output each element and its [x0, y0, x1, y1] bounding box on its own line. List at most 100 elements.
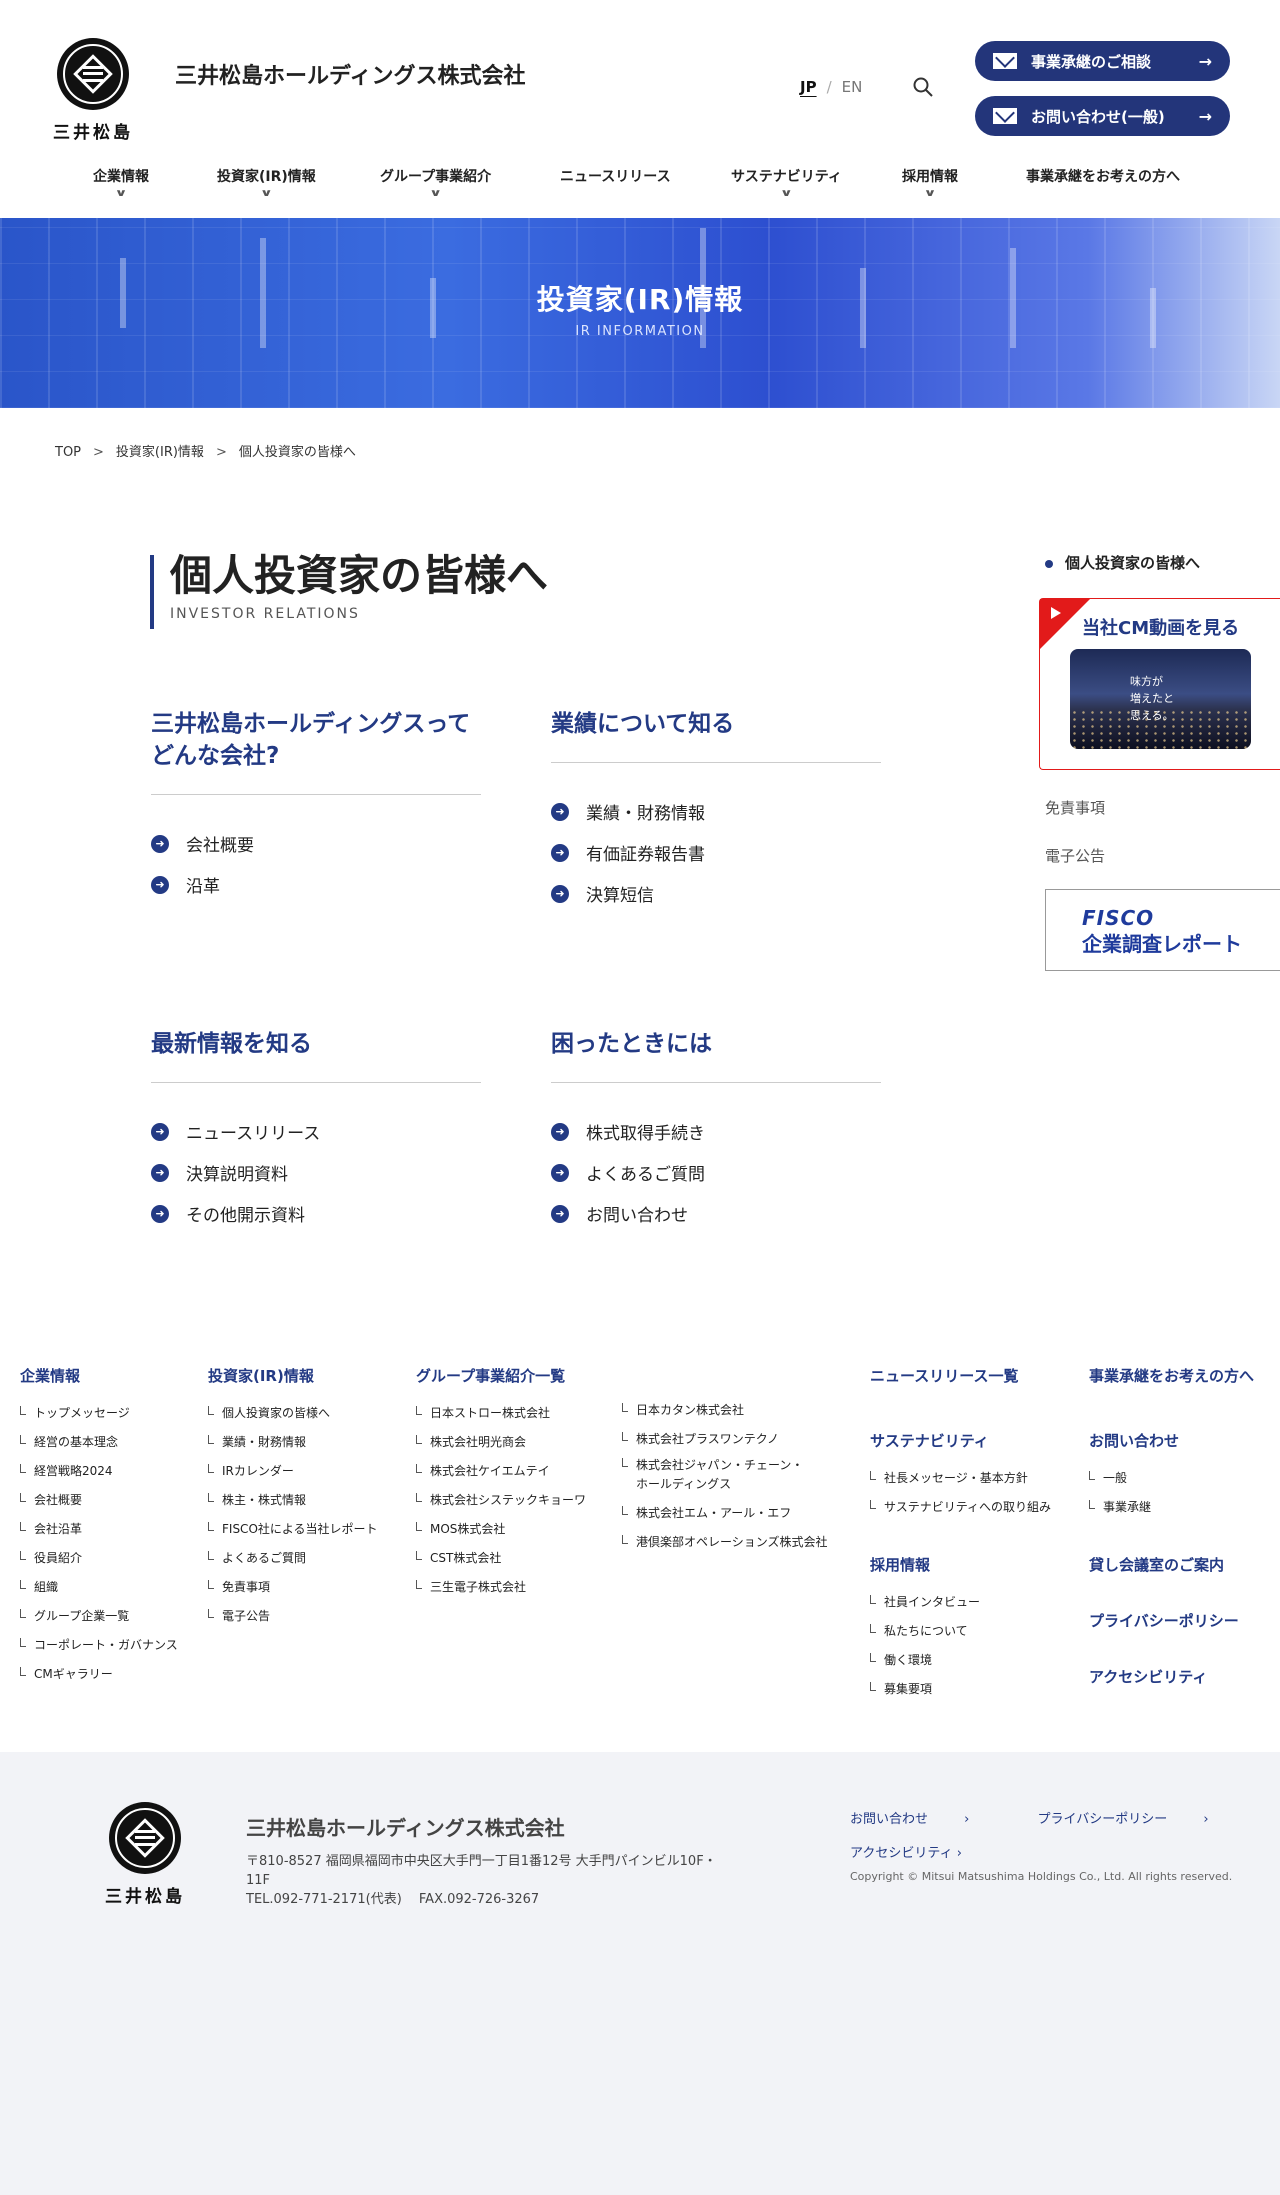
footer-nav-link[interactable]: 三生電子株式会社	[416, 1578, 586, 1607]
page-heading: 個人投資家の皆様へ INVESTOR RELATIONS	[150, 551, 549, 629]
footer-nav-link[interactable]: 会社沿革	[20, 1520, 178, 1549]
section-link-list: ➜ ニュースリリース ➜ 決算説明資料 ➜ その他開示資料	[151, 1111, 481, 1234]
nav-item-ir[interactable]: 投資家(IR)情報 ∨	[217, 166, 316, 199]
lang-jp-link[interactable]: JP	[800, 78, 817, 96]
section-link-faq[interactable]: ➜ よくあるご質問	[551, 1152, 881, 1193]
section-link-list: ➜ 会社概要 ➜ 沿革	[151, 823, 481, 905]
footer-nav-link[interactable]: 株式会社システックキョーワ	[416, 1491, 586, 1520]
section-link-securities-report[interactable]: ➜ 有価証券報告書	[551, 832, 881, 873]
section-link-news-release[interactable]: ➜ ニュースリリース	[151, 1111, 481, 1152]
footer-nav-heading[interactable]: お問い合わせ	[1089, 1430, 1179, 1451]
footer-nav-heading[interactable]: グループ事業紹介一覧	[416, 1365, 586, 1386]
footer-nav-link[interactable]: CMギャラリー	[20, 1665, 178, 1694]
footer-nav-link[interactable]: 株主・株式情報	[208, 1491, 378, 1520]
footer-nav-link[interactable]: 株式会社プラスワンテクノ	[622, 1430, 828, 1459]
breadcrumb-top-link[interactable]: TOP	[55, 445, 81, 460]
chevron-right-icon: ›	[1203, 1812, 1209, 1827]
footer-nav-link[interactable]: FISCO社による当社レポート	[208, 1520, 378, 1549]
nav-item-company[interactable]: 企業情報 ∨	[93, 166, 149, 199]
footer-nav-link[interactable]: 働く環境	[870, 1651, 980, 1680]
footer-nav-link[interactable]: 私たちについて	[870, 1622, 980, 1651]
footer-nav-link[interactable]: 経営戦略2024	[20, 1462, 178, 1491]
footer-nav-link[interactable]: 社員インタビュー	[870, 1593, 980, 1622]
section-link-history[interactable]: ➜ 沿革	[151, 864, 481, 905]
section-link-company-profile[interactable]: ➜ 会社概要	[151, 823, 481, 864]
side-link-e-notice[interactable]: 電子公告	[1045, 845, 1105, 866]
section-title: 最新情報を知る	[151, 1028, 481, 1083]
lang-en-link[interactable]: EN	[842, 78, 863, 96]
side-link-disclaimer[interactable]: 免責事項	[1045, 797, 1105, 818]
footer-nav-link[interactable]: 株式会社ケイエムテイ	[416, 1462, 586, 1491]
section-link-share-procedure[interactable]: ➜ 株式取得手続き	[551, 1111, 881, 1152]
footer-nav-link[interactable]: 経営の基本理念	[20, 1433, 178, 1462]
footer-link-contact[interactable]: お問い合わせ ›	[850, 1812, 1001, 1827]
fisco-report-banner[interactable]: FISCO 企業調査レポート	[1045, 889, 1280, 971]
section-link-results-briefing[interactable]: ➜ 決算説明資料	[151, 1152, 481, 1193]
section-link-contact[interactable]: ➜ お問い合わせ	[551, 1193, 881, 1234]
section-performance: 業績について知る ➜ 業績・財務情報 ➜ 有価証券報告書 ➜ 決算短信	[551, 708, 881, 914]
footer-nav-link[interactable]: 募集要項	[870, 1680, 980, 1709]
footer-nav-link[interactable]: MOS株式会社	[416, 1520, 586, 1549]
footer-logo[interactable]: 三井松島	[100, 1802, 190, 1907]
nav-item-recruit[interactable]: 採用情報 ∨	[902, 166, 958, 199]
footer-nav-link[interactable]: よくあるご質問	[208, 1549, 378, 1578]
nav-item-news[interactable]: ニュースリリース	[560, 166, 671, 186]
footer-nav-heading[interactable]: 投資家(IR)情報	[208, 1365, 378, 1386]
footer-nav-link[interactable]: CST株式会社	[416, 1549, 586, 1578]
footer-nav-link[interactable]: 業績・財務情報	[208, 1433, 378, 1462]
section-link-earnings-summary[interactable]: ➜ 決算短信	[551, 873, 881, 914]
footer-nav-link[interactable]: 電子公告	[208, 1607, 378, 1636]
nav-item-group[interactable]: グループ事業紹介 ∨	[380, 166, 491, 199]
footer-nav-link[interactable]: IRカレンダー	[208, 1462, 378, 1491]
site-logo[interactable]: 三井松島	[48, 38, 138, 143]
footer-link-accessibility[interactable]: アクセシビリティ ›	[850, 1842, 962, 1861]
footer-nav-heading[interactable]: 企業情報	[20, 1365, 178, 1386]
section-link-financial-info[interactable]: ➜ 業績・財務情報	[551, 791, 881, 832]
footer-nav-link[interactable]: 社長メッセージ・基本方針	[870, 1469, 1051, 1498]
footer-tel-fax: TEL.092-771-2171(代表) FAX.092-726-3267	[246, 1892, 540, 1907]
footer-nav-news[interactable]: ニュースリリース一覧	[870, 1365, 1019, 1386]
page-title: 個人投資家の皆様へ	[170, 551, 549, 600]
footer-links: お問い合わせ › プライバシーポリシー ›	[850, 1808, 1273, 1827]
footer-nav-link[interactable]: 免責事項	[208, 1578, 378, 1607]
footer-nav-link[interactable]: 株式会社エム・アール・エフ	[622, 1504, 828, 1533]
footer-nav-link[interactable]: 港倶楽部オペレーションズ株式会社	[622, 1533, 828, 1562]
footer-link-privacy[interactable]: プライバシーポリシー ›	[1038, 1812, 1241, 1827]
footer-nav-link[interactable]: 事業承継	[1089, 1498, 1179, 1527]
footer-nav-succession[interactable]: 事業承継をお考えの方へ	[1089, 1365, 1254, 1386]
section-title: 三井松島ホールディングスって どんな会社?	[151, 708, 481, 795]
footer-nav-heading[interactable]: 採用情報	[870, 1554, 980, 1575]
footer-nav-link[interactable]: 日本カタン株式会社	[622, 1401, 828, 1430]
side-nav-current[interactable]: 個人投資家の皆様へ	[1045, 552, 1200, 573]
footer-nav-link[interactable]: グループ企業一覧	[20, 1607, 178, 1636]
footer-nav-privacy[interactable]: プライバシーポリシー	[1089, 1610, 1239, 1631]
search-icon[interactable]	[912, 76, 934, 98]
general-contact-button[interactable]: お問い合わせ(一般) →	[975, 96, 1230, 136]
footer-nav-accessibility[interactable]: アクセシビリティ	[1089, 1666, 1207, 1687]
footer-nav-link[interactable]: 株式会社明光商会	[416, 1433, 586, 1462]
nav-item-sustainability[interactable]: サステナビリティ ∨	[731, 166, 842, 199]
section-about-company: 三井松島ホールディングスって どんな会社? ➜ 会社概要 ➜ 沿革	[151, 708, 481, 905]
footer-nav-link[interactable]: 個人投資家の皆様へ	[208, 1404, 378, 1433]
section-link-list: ➜ 業績・財務情報 ➜ 有価証券報告書 ➜ 決算短信	[551, 791, 881, 914]
footer-nav-link[interactable]: 会社概要	[20, 1491, 178, 1520]
footer-nav-link[interactable]: 一般	[1089, 1469, 1179, 1498]
section-link-other-disclosure[interactable]: ➜ その他開示資料	[151, 1193, 481, 1234]
footer-nav-link[interactable]: トップメッセージ	[20, 1404, 178, 1433]
footer-nav-heading[interactable]: サステナビリティ	[870, 1430, 1051, 1451]
footer-nav-link[interactable]: コーポレート・ガバナンス	[20, 1636, 178, 1665]
cm-video-thumbnail[interactable]: 味方が 増えたと 思える。	[1070, 649, 1251, 749]
company-name[interactable]: 三井松島ホールディングス株式会社	[175, 58, 525, 90]
nav-item-succession[interactable]: 事業承継をお考えの方へ	[1026, 166, 1180, 186]
cm-video-card[interactable]: 当社CM動画を見る 味方が 増えたと 思える。	[1039, 598, 1280, 770]
succession-consult-button[interactable]: 事業承継のご相談 →	[975, 41, 1230, 81]
breadcrumb-separator: >	[93, 445, 104, 460]
footer-nav-link[interactable]: 株式会社ジャパン・チェーン・ ホールディングス	[622, 1456, 828, 1504]
breadcrumb-ir-link[interactable]: 投資家(IR)情報	[116, 445, 204, 460]
footer-nav-link[interactable]: 組織	[20, 1578, 178, 1607]
footer-nav-link[interactable]: 日本ストロー株式会社	[416, 1404, 586, 1433]
footer-nav-link[interactable]: サステナビリティへの取り組み	[870, 1498, 1051, 1527]
footer-nav-rental-room[interactable]: 貸し会議室のご案内	[1089, 1554, 1224, 1575]
section-title: 業績について知る	[551, 708, 881, 763]
footer-nav-link[interactable]: 役員紹介	[20, 1549, 178, 1578]
